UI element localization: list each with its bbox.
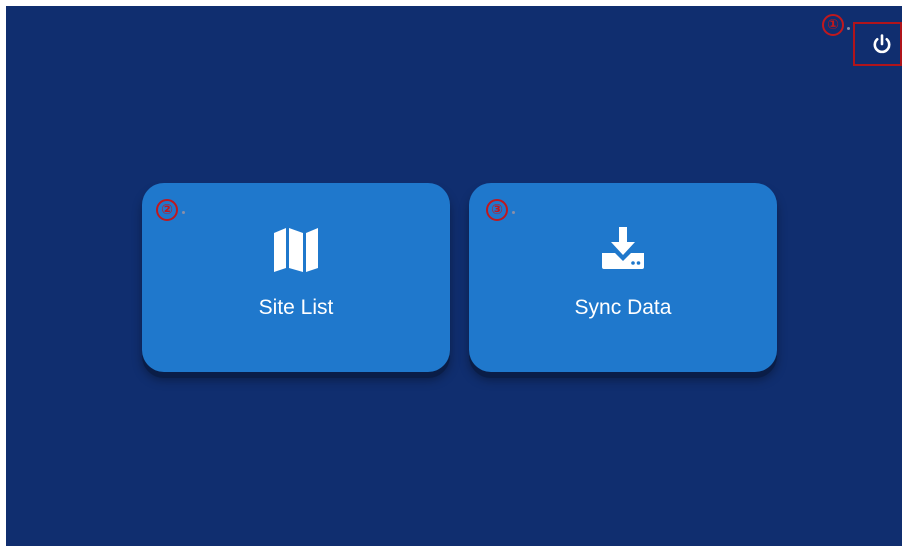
callout-1: ① bbox=[822, 14, 844, 36]
power-button[interactable] bbox=[870, 33, 894, 57]
map-icon bbox=[274, 228, 318, 272]
callout-1-marker bbox=[847, 27, 850, 30]
callout-3-marker bbox=[512, 211, 515, 214]
callout-2: ② bbox=[156, 199, 178, 221]
callout-2-marker bbox=[182, 211, 185, 214]
power-icon bbox=[873, 34, 891, 54]
download-icon bbox=[602, 227, 644, 269]
sync-data-tile[interactable]: ③ Sync Data bbox=[469, 183, 777, 372]
sync-data-label: Sync Data bbox=[574, 296, 672, 319]
site-list-tile[interactable]: ② Site List bbox=[142, 183, 450, 372]
home-screen: ① ② Site List ③ Sync Data bbox=[6, 6, 902, 546]
site-list-label: Site List bbox=[258, 296, 334, 319]
callout-3: ③ bbox=[486, 199, 508, 221]
